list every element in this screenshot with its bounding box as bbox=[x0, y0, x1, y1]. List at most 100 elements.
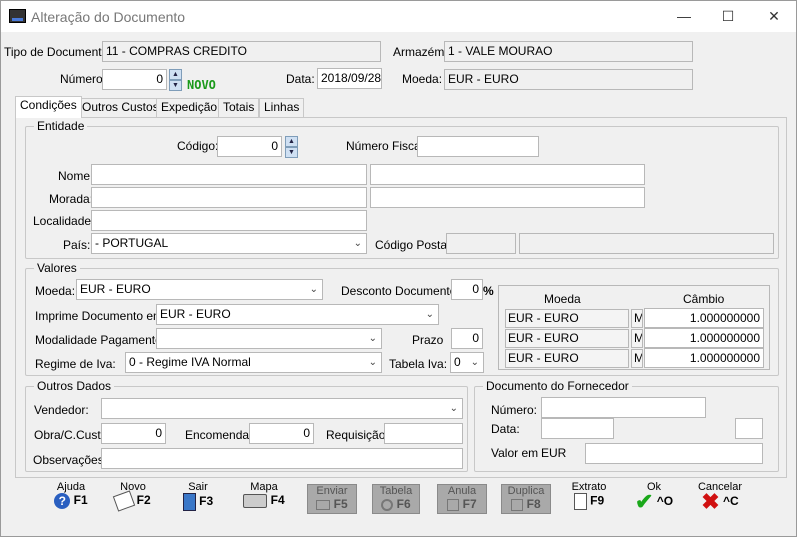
cambio-row-flag: M bbox=[631, 309, 643, 328]
extrato-button[interactable]: Extrato F9 bbox=[566, 481, 612, 517]
moeda-field[interactable]: EUR - EURO bbox=[444, 69, 693, 90]
codigo-postal-desc-field[interactable] bbox=[519, 233, 774, 254]
fornecedor-group-title: Documento do Fornecedor bbox=[483, 379, 632, 393]
mapa-label: Mapa bbox=[250, 481, 278, 493]
valores-group-title: Valores bbox=[34, 261, 80, 275]
cambio-row-value[interactable]: 1.000000000 bbox=[644, 308, 764, 328]
ajuda-button[interactable]: Ajuda ? F1 bbox=[45, 481, 97, 517]
enviar-button[interactable]: Enviar F5 bbox=[307, 484, 357, 514]
tab-condicoes[interactable]: Condições bbox=[15, 96, 82, 118]
nome-field[interactable] bbox=[91, 164, 367, 185]
tabela-button[interactable]: Tabela F6 bbox=[372, 484, 420, 514]
exit-door-icon bbox=[182, 493, 196, 511]
tab-totais[interactable]: Totais bbox=[218, 98, 260, 117]
tab-expedicao[interactable]: Expedição bbox=[156, 98, 223, 117]
encomenda-label: Encomenda bbox=[185, 428, 250, 442]
observacoes-label: Observações: bbox=[33, 453, 108, 467]
cambio-row-value[interactable]: 1.000000000 bbox=[644, 348, 764, 368]
fornecedor-data-label: Data: bbox=[491, 422, 520, 436]
mapa-button[interactable]: Mapa F4 bbox=[239, 481, 289, 517]
sair-button[interactable]: Sair F3 bbox=[173, 481, 223, 517]
imprime-label: Imprime Documento em: bbox=[35, 309, 167, 323]
requisicao-field[interactable] bbox=[384, 423, 463, 444]
chevron-down-icon: ⌄ bbox=[449, 403, 458, 414]
prazo-field[interactable]: 0 bbox=[451, 328, 483, 349]
tabela-label: Tabela bbox=[379, 485, 413, 497]
imprime-dropdown[interactable]: EUR - EURO ⌄ bbox=[156, 304, 439, 325]
duplicate-icon bbox=[511, 498, 524, 511]
duplica-button[interactable]: Duplica F8 bbox=[501, 484, 551, 514]
codigo-field[interactable]: 0 bbox=[217, 136, 282, 157]
anula-button[interactable]: Anula F7 bbox=[437, 484, 487, 514]
modalidade-dropdown[interactable]: ⌄ bbox=[156, 328, 382, 349]
x-icon: ✖ bbox=[701, 489, 720, 514]
minimize-button[interactable]: — bbox=[664, 5, 704, 27]
spin-up-icon[interactable]: ▲ bbox=[285, 136, 298, 147]
spin-down-icon[interactable]: ▼ bbox=[285, 147, 298, 158]
spin-up-icon[interactable]: ▲ bbox=[169, 69, 182, 80]
outros-dados-group-title: Outros Dados bbox=[34, 379, 115, 393]
morada-label: Morada: bbox=[49, 192, 94, 206]
duplica-label: Duplica bbox=[507, 485, 545, 497]
novo-button[interactable]: Novo F2 bbox=[107, 481, 159, 517]
cambio-row-moeda: EUR - EURO bbox=[505, 349, 629, 368]
valor-field[interactable] bbox=[585, 443, 763, 464]
encomenda-field[interactable]: 0 bbox=[249, 423, 314, 444]
tabela-iva-dropdown[interactable]: 0 ⌄ bbox=[450, 352, 484, 373]
morada-field-2[interactable] bbox=[370, 187, 645, 208]
codigo-postal-field[interactable] bbox=[446, 233, 516, 254]
cambio-row-moeda: EUR - EURO bbox=[505, 309, 629, 328]
close-button[interactable]: ✕ bbox=[754, 5, 794, 27]
localidade-label: Localidade: bbox=[33, 214, 95, 228]
ok-button[interactable]: Ok ✔ ^O bbox=[629, 481, 679, 517]
numero-fiscal-label: Número Fiscal: bbox=[346, 139, 427, 153]
maximize-button[interactable]: ☐ bbox=[708, 5, 748, 27]
novo-badge: NOVO bbox=[187, 78, 216, 92]
numero-fiscal-field[interactable] bbox=[417, 136, 539, 157]
help-icon: ? bbox=[54, 493, 71, 509]
numero-spinner[interactable]: ▲ ▼ bbox=[169, 69, 182, 91]
nome-field-2[interactable] bbox=[370, 164, 645, 185]
valores-moeda-dropdown[interactable]: EUR - EURO ⌄ bbox=[76, 279, 323, 300]
novo-label: Novo bbox=[120, 481, 146, 493]
valor-em-label: Valor em bbox=[491, 446, 539, 460]
morada-field[interactable] bbox=[91, 187, 367, 208]
regime-iva-dropdown[interactable]: 0 - Regime IVA Normal ⌄ bbox=[125, 352, 382, 373]
cambio-row-value[interactable]: 1.000000000 bbox=[644, 328, 764, 348]
codigo-spinner[interactable]: ▲ ▼ bbox=[285, 136, 298, 158]
desconto-field[interactable]: 0 bbox=[451, 279, 483, 300]
vendedor-dropdown[interactable]: ⌄ bbox=[101, 398, 463, 419]
fornecedor-extra-field[interactable] bbox=[735, 418, 763, 439]
tab-linhas[interactable]: Linhas bbox=[259, 98, 305, 117]
imprime-value: EUR - EURO bbox=[160, 307, 231, 321]
localidade-field[interactable] bbox=[91, 210, 367, 231]
data-field[interactable]: 2018/09/28 bbox=[317, 68, 382, 89]
observacoes-field[interactable] bbox=[101, 448, 463, 469]
ok-key: ^O bbox=[656, 494, 674, 509]
chevron-down-icon: ⌄ bbox=[470, 357, 479, 368]
tab-outros-custos[interactable]: Outros Custos bbox=[77, 98, 164, 117]
armazem-field[interactable]: 1 - VALE MOURAO bbox=[444, 41, 693, 62]
fornecedor-data-field[interactable] bbox=[541, 418, 614, 439]
pais-value: - PORTUGAL bbox=[95, 236, 169, 250]
tipo-documento-field[interactable]: 11 - COMPRAS CREDITO bbox=[102, 41, 381, 62]
obra-field[interactable]: 0 bbox=[101, 423, 166, 444]
pais-label: País: bbox=[63, 238, 91, 252]
ajuda-label: Ajuda bbox=[56, 481, 86, 493]
numero-field[interactable]: 0 bbox=[102, 69, 167, 90]
tabela-iva-label: Tabela Iva: bbox=[389, 357, 448, 371]
chevron-down-icon: ⌄ bbox=[368, 333, 377, 344]
fornecedor-numero-label: Número: bbox=[491, 403, 538, 417]
cancelar-button[interactable]: Cancelar ✖ ^C bbox=[693, 481, 747, 517]
pais-dropdown[interactable]: - PORTUGAL ⌄ bbox=[91, 233, 367, 254]
extrato-label: Extrato bbox=[571, 481, 607, 493]
title-bar: Alteração do Documento — ☐ ✕ bbox=[1, 1, 796, 32]
cancelar-key: ^C bbox=[723, 494, 739, 509]
statement-icon bbox=[573, 493, 587, 510]
anula-key: F7 bbox=[462, 497, 477, 511]
valor-currency: EUR bbox=[541, 446, 567, 460]
fornecedor-numero-field[interactable] bbox=[541, 397, 706, 418]
spin-down-icon[interactable]: ▼ bbox=[169, 80, 182, 91]
app-icon bbox=[9, 9, 26, 23]
prazo-label: Prazo bbox=[412, 333, 444, 347]
